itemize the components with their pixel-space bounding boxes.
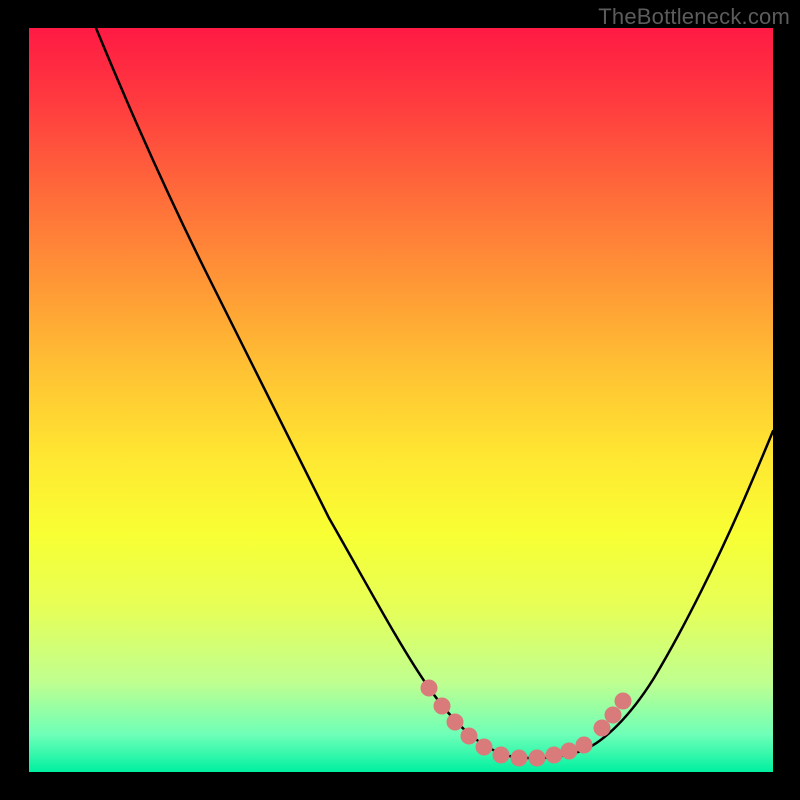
curve-line xyxy=(96,28,773,758)
plot-area xyxy=(29,28,773,772)
chart-svg xyxy=(29,28,773,772)
chart-frame: TheBottleneck.com xyxy=(0,0,800,800)
highlight-dots xyxy=(421,680,631,766)
watermark-text: TheBottleneck.com xyxy=(598,4,790,30)
